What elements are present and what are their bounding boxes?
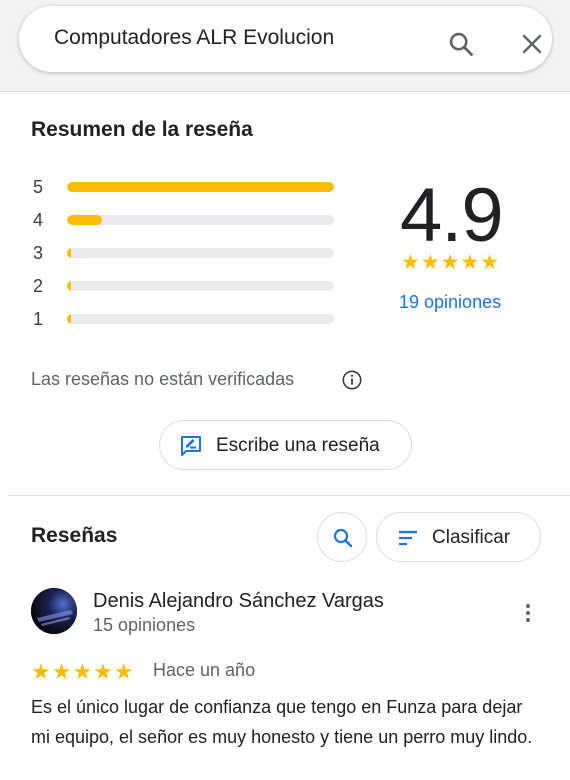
rating-bar-track	[67, 281, 334, 291]
rating-row-label: 3	[33, 243, 44, 263]
sort-reviews-button[interactable]: Clasificar	[376, 512, 541, 562]
rating-bar-track	[67, 182, 334, 192]
review-summary-title: Resumen de la reseña	[31, 118, 253, 141]
rating-bar-track	[67, 248, 334, 258]
rating-row-3: 3	[30, 243, 340, 263]
review-stars-icon: ★★★★★	[31, 659, 135, 684]
rating-bar-fill	[67, 215, 102, 225]
reviewer-name[interactable]: Denis Alejandro Sánchez Vargas	[93, 590, 384, 613]
rating-bar-fill	[67, 182, 334, 192]
close-icon[interactable]	[520, 32, 544, 56]
rating-row-4: 4	[30, 210, 340, 230]
unverified-note: Las reseñas no están verificadas	[31, 369, 295, 389]
rating-row-5: 5	[30, 177, 340, 197]
opinions-count-link[interactable]: 19 opiniones	[399, 292, 501, 313]
average-stars-icon: ★★★★★	[401, 251, 501, 274]
rating-row-1: 1	[30, 309, 340, 329]
rating-bar-track	[67, 215, 334, 225]
rating-row-label: 1	[33, 309, 44, 329]
reviews-title: Reseñas	[31, 524, 118, 547]
rating-bar-track	[67, 314, 334, 324]
search-icon[interactable]	[447, 30, 475, 58]
rating-bar-fill	[67, 248, 71, 258]
sort-label: Clasificar	[432, 527, 511, 548]
avatar[interactable]	[31, 588, 77, 634]
review-text: Es el único lugar de confianza que tengo…	[31, 697, 533, 747]
rating-bar-fill	[67, 314, 71, 324]
avatar-image	[31, 588, 77, 634]
write-review-button[interactable]: Escribe una reseña	[159, 420, 412, 470]
write-review-label: Escribe una reseña	[216, 435, 380, 456]
rating-row-label: 5	[33, 177, 44, 197]
rating-row-label: 4	[33, 210, 44, 230]
rating-bar-fill	[67, 281, 71, 291]
info-icon[interactable]	[341, 369, 363, 391]
search-reviews-button[interactable]	[317, 512, 367, 562]
top-search-area: Computadores ALR Evolucion	[0, 0, 570, 92]
rate-review-icon	[181, 436, 201, 456]
search-bar[interactable]: Computadores ALR Evolucion	[19, 6, 552, 72]
more-vert-icon[interactable]	[518, 601, 538, 625]
rating-row-label: 2	[33, 276, 44, 296]
section-divider	[8, 495, 570, 496]
average-rating: 4.9	[400, 173, 504, 258]
rating-row-2: 2	[30, 276, 340, 296]
reviewer-review-count: 15 opiniones	[93, 615, 196, 635]
review-time: Hace un año	[153, 660, 256, 680]
sort-icon	[399, 530, 417, 546]
search-query-text[interactable]: Computadores ALR Evolucion	[54, 26, 334, 50]
search-icon	[333, 528, 353, 548]
